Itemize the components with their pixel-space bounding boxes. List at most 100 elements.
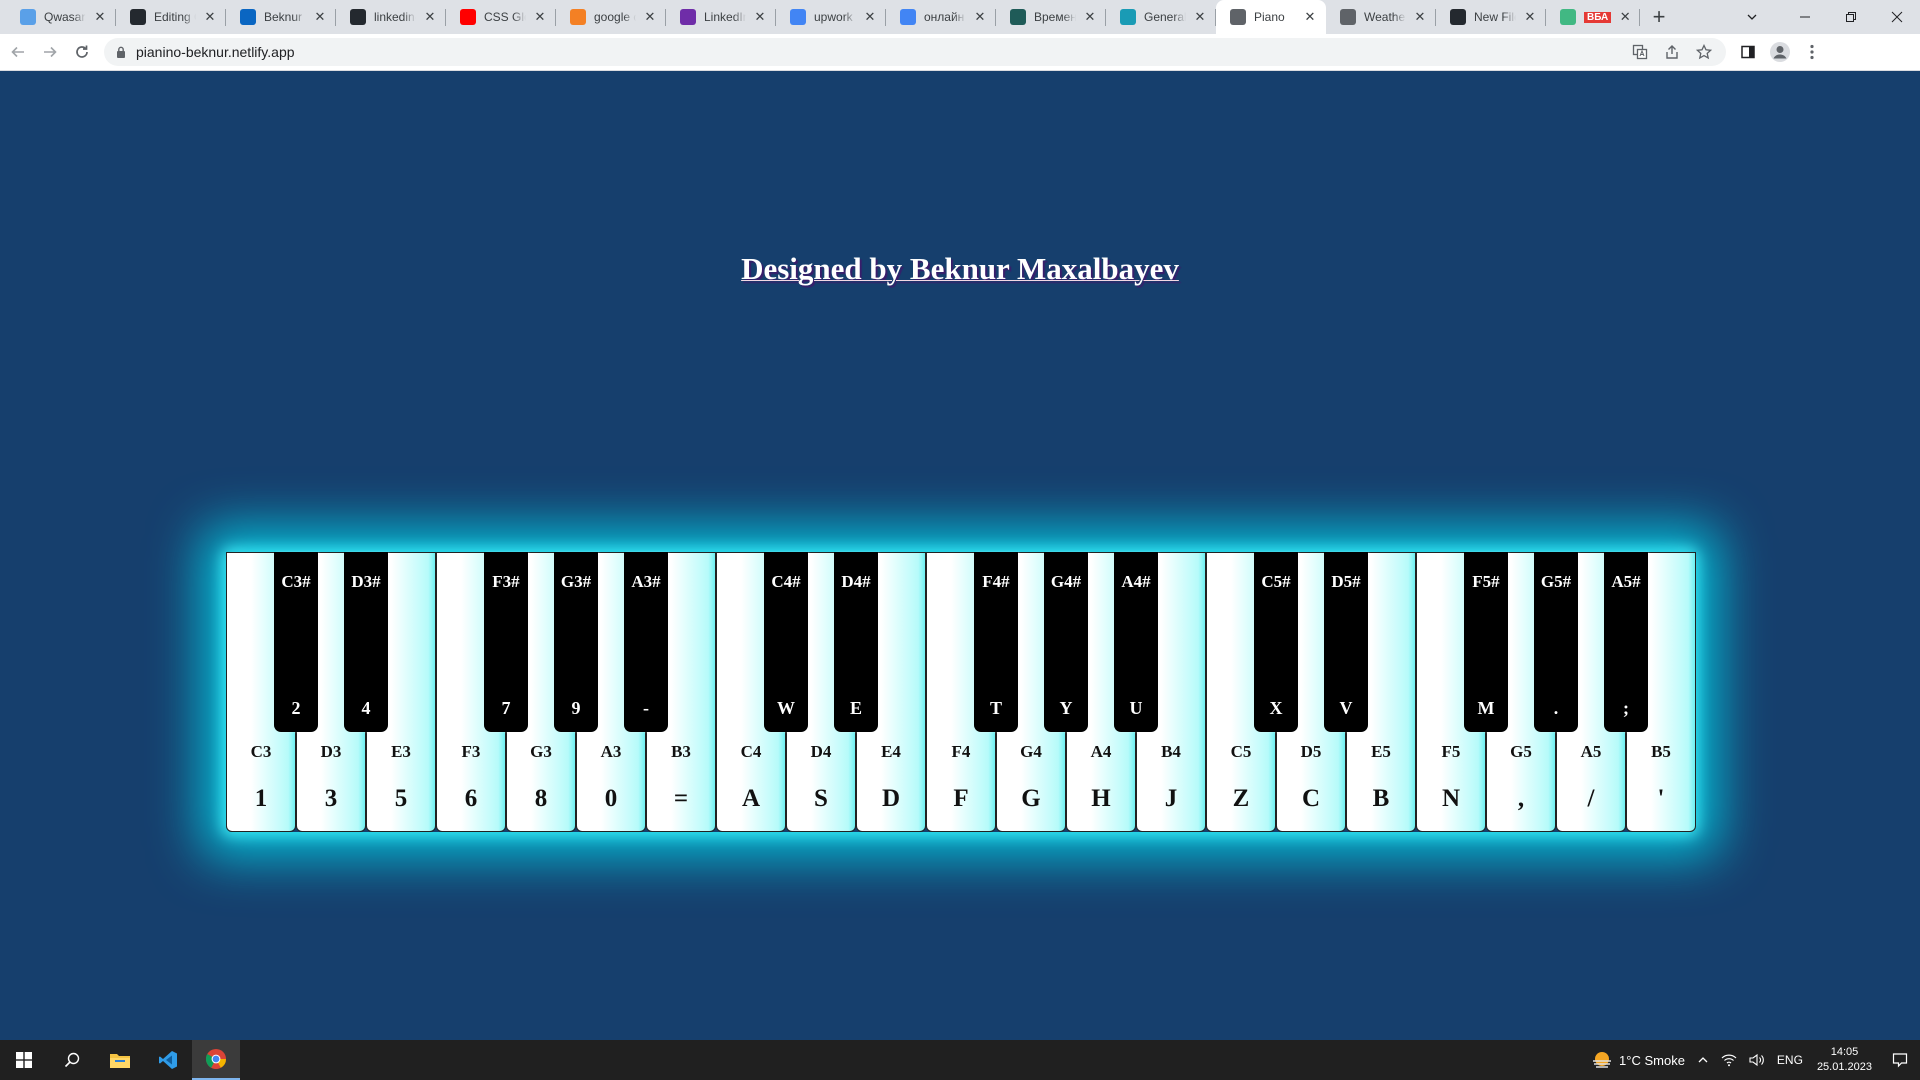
windows-start-icon[interactable] [0,1040,48,1080]
tab-close-icon[interactable]: ✕ [530,7,550,27]
tab-close-icon[interactable]: ✕ [310,7,330,27]
tab-close-icon[interactable]: ✕ [200,7,220,27]
tab-close-icon[interactable]: ✕ [420,7,440,27]
browser-tab[interactable]: linkedin- ✕ [336,0,446,34]
clock[interactable]: 14:05 25.01.2023 [1809,1045,1880,1075]
key-note-label: A5 [1580,742,1602,761]
browser-tab[interactable]: upwork ✕ [776,0,886,34]
system-tray: 1°C Smoke ENG 14:05 25.01.2023 [1585,1040,1920,1080]
tab-close-icon[interactable]: ✕ [1615,7,1635,27]
language-indicator[interactable]: ENG [1771,1053,1809,1067]
black-key[interactable]: A3# - [624,552,668,732]
tab-close-icon[interactable]: ✕ [970,7,990,27]
browser-tab[interactable]: General ✕ [1106,0,1216,34]
black-key[interactable]: F3# 7 [484,552,528,732]
key-shortcut-label: V [1339,698,1353,718]
tab-title: Weather [1364,10,1406,24]
key-note-label: D5 [1300,742,1322,761]
black-key[interactable]: C5# X [1254,552,1298,732]
key-note-label: C4 [740,742,762,761]
tab-close-icon[interactable]: ✕ [1080,7,1100,27]
tab-close-icon[interactable]: ✕ [90,7,110,27]
tab-close-icon[interactable]: ✕ [1410,7,1430,27]
restore-icon[interactable] [1828,0,1874,34]
side-panel-icon[interactable] [1732,38,1764,66]
black-key[interactable]: F4# T [974,552,1018,732]
browser-tab[interactable]: онлайн ✕ [886,0,996,34]
show-hidden-icons-icon[interactable] [1691,1054,1715,1066]
browser-tab[interactable]: New File ✕ [1436,0,1546,34]
key-shortcut-label: F [953,785,969,812]
browser-tab[interactable]: Weather ✕ [1326,0,1436,34]
tab-close-icon[interactable]: ✕ [1520,7,1540,27]
search-icon[interactable] [48,1040,96,1080]
reload-icon[interactable] [68,38,96,66]
tab-close-icon[interactable]: ✕ [1190,7,1210,27]
key-note-label: C4# [771,572,801,591]
share-icon[interactable] [1656,38,1688,66]
key-note-label: G4# [1050,572,1082,591]
vscode-icon[interactable] [144,1040,192,1080]
tab-title: Qwasar. [44,10,86,24]
close-window-icon[interactable] [1874,0,1920,34]
notification-icon[interactable] [1880,1052,1920,1068]
key-shortcut-label: / [1587,785,1595,812]
browser-tab[interactable]: Beknur M ✕ [226,0,336,34]
black-key[interactable]: A4# U [1114,552,1158,732]
key-shortcut-label: G [1021,785,1041,812]
key-shortcut-label: ; [1623,698,1629,718]
black-key[interactable]: A5#; [1604,552,1648,732]
black-key[interactable]: D5# V [1324,552,1368,732]
browser-tab[interactable]: CSS Glow ✕ [446,0,556,34]
key-note-label: E3 [391,742,411,761]
menu-kebab-icon[interactable] [1796,38,1828,66]
url-text[interactable]: pianino-beknur.netlify.app [136,44,295,60]
black-key[interactable]: G3# 9 [554,552,598,732]
translate-icon[interactable] [1624,38,1656,66]
black-key[interactable]: C3# 2 [274,552,318,732]
browser-tab[interactable]: google c ✕ [556,0,666,34]
tab-title: CSS Glow [484,10,526,24]
windows-taskbar: 1°C Smoke ENG 14:05 25.01.2023 [0,1040,1920,1080]
black-key[interactable]: D4# E [834,552,878,732]
key-note-label: D4 [810,742,832,761]
address-bar[interactable]: pianino-beknur.netlify.app [104,38,1726,66]
tab-close-icon[interactable]: ✕ [860,7,880,27]
file-explorer-icon[interactable] [96,1040,144,1080]
tab-close-icon[interactable]: ✕ [1300,7,1320,27]
lock-icon[interactable] [116,46,126,58]
back-arrow-icon[interactable] [4,38,32,66]
bookmark-star-icon[interactable] [1688,38,1720,66]
volume-icon[interactable] [1743,1053,1771,1067]
clock-time: 14:05 [1830,1046,1859,1058]
black-key[interactable]: G5#. [1534,552,1578,732]
browser-tab[interactable]: Времен ✕ [996,0,1106,34]
black-key[interactable]: F5# M [1464,552,1508,732]
black-key[interactable]: G4# Y [1044,552,1088,732]
black-key[interactable]: D3# 4 [344,552,388,732]
minimize-icon[interactable] [1782,0,1828,34]
tab-close-icon[interactable]: ✕ [640,7,660,27]
diamond-icon [1120,9,1136,25]
chrome-icon[interactable] [192,1040,240,1080]
tab-search-icon[interactable] [1722,0,1782,34]
github-icon [1450,9,1466,25]
key-note-label: G3# [560,572,592,591]
black-key[interactable]: C4# W [764,552,808,732]
weather-widget[interactable]: 1°C Smoke [1585,1050,1691,1070]
browser-tab[interactable]: LinkedIn ✕ [666,0,776,34]
browser-tab[interactable]: Qwasar. ✕ [6,0,116,34]
page-title: Designed by Beknur Maxalbayev [741,251,1179,286]
profile-avatar-icon[interactable] [1764,38,1796,66]
tab-close-icon[interactable]: ✕ [750,7,770,27]
key-note-label: F5 [1441,742,1461,761]
forward-arrow-icon[interactable] [36,38,64,66]
key-shortcut-label: M [1477,698,1495,718]
browser-tab[interactable]: Editing C ✕ [116,0,226,34]
new-tab-button[interactable]: + [1644,0,1674,34]
key-shortcut-label: = [673,785,689,812]
browser-tab[interactable]: ВБА ✕ [1546,0,1640,34]
key-note-label: C3 [250,742,272,761]
network-icon[interactable] [1715,1053,1743,1067]
browser-tab[interactable]: Piano ✕ [1216,0,1326,34]
